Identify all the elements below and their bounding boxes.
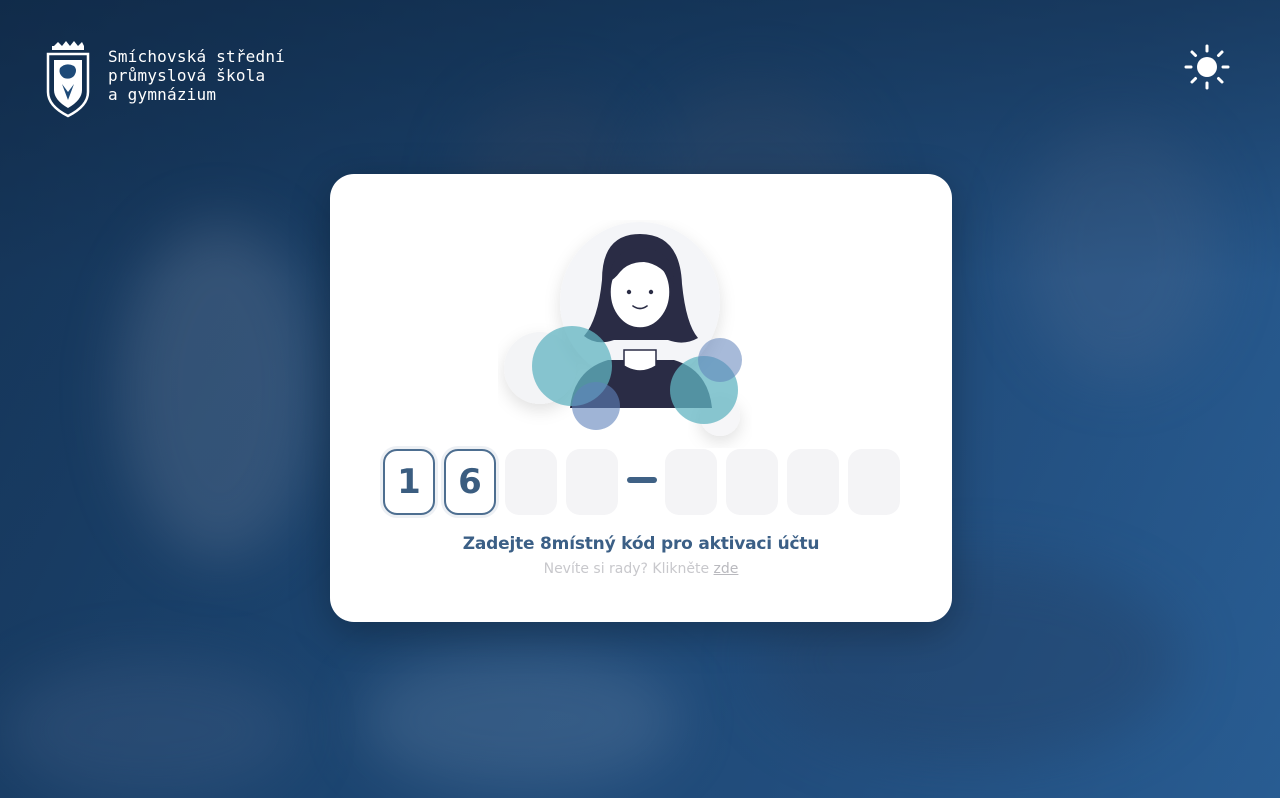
activation-card: 1 6 Zadejte 8místný kód pro aktivaci účt…	[330, 174, 952, 622]
code-digit-input[interactable]	[505, 449, 557, 515]
school-name-line: a gymnázium	[108, 85, 217, 104]
help-text: Nevíte si rady? Klikněte zde	[330, 561, 952, 577]
activation-code-input[interactable]: 1 6	[383, 449, 903, 515]
code-digit-input[interactable]: 1	[383, 449, 435, 515]
school-name-line: průmyslová škola	[108, 66, 266, 85]
help-prefix: Nevíte si rady? Klikněte	[543, 561, 710, 577]
code-digit-input[interactable]	[665, 449, 717, 515]
code-digit-input[interactable]	[848, 449, 900, 515]
theme-toggle-button[interactable]	[1184, 44, 1230, 90]
code-digit-input[interactable]	[787, 449, 839, 515]
school-name: Smíchovská střední průmyslová škola a gy…	[108, 47, 285, 104]
school-name-line: Smíchovská střední	[108, 47, 285, 66]
code-digit-input[interactable]	[566, 449, 618, 515]
user-avatar-illustration	[504, 222, 742, 436]
code-separator	[627, 477, 657, 483]
code-digit-input[interactable]: 6	[444, 449, 496, 515]
code-digit-input[interactable]	[726, 449, 778, 515]
instruction-text: Zadejte 8místný kód pro aktivaci účtu	[462, 534, 820, 554]
school-crest-icon	[46, 41, 90, 118]
school-logo[interactable]: Smíchovská střední průmyslová škola a gy…	[44, 40, 285, 118]
help-link[interactable]: zde	[714, 561, 739, 577]
sun-icon	[1184, 44, 1230, 90]
